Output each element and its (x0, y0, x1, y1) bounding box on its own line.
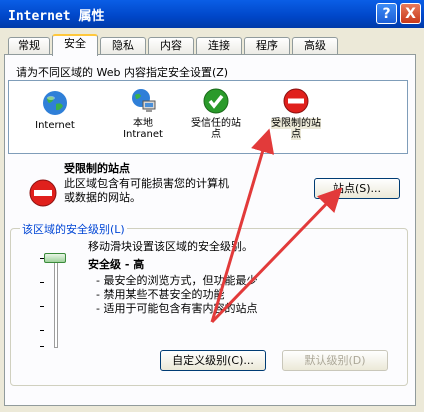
tab-security[interactable]: 安全 (52, 34, 98, 56)
annotation-arrows (210, 128, 343, 324)
